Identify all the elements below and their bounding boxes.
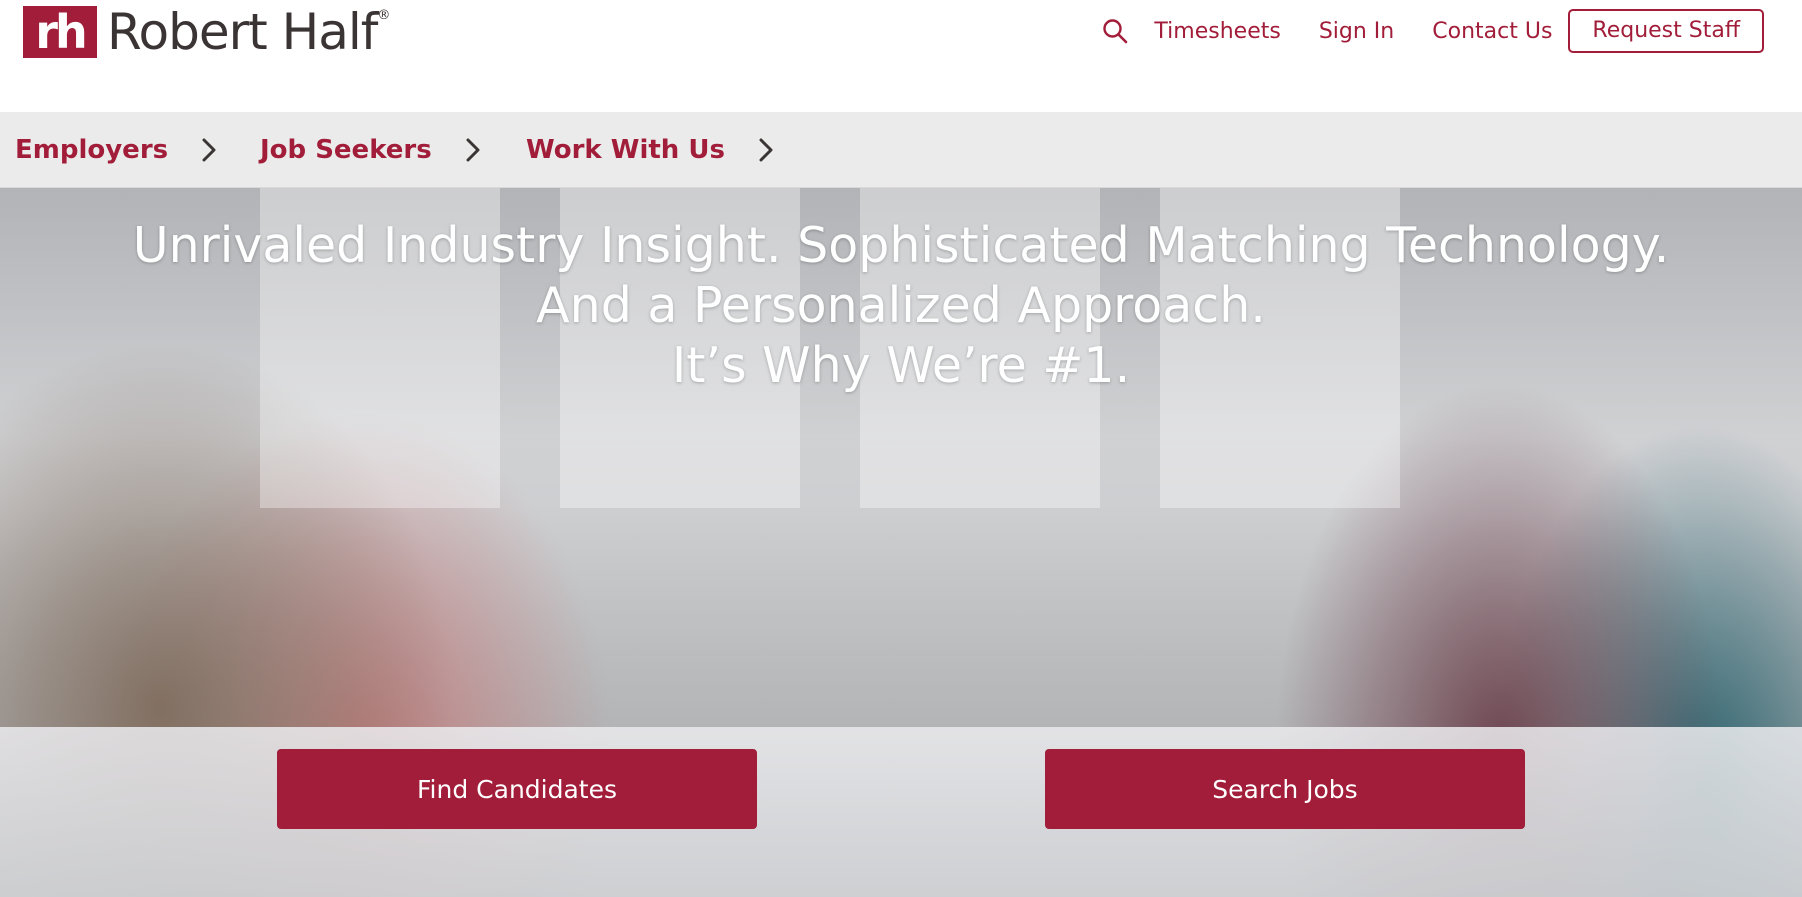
site-header: rh Robert Half® Timesheets Sign In Conta… xyxy=(0,0,1802,112)
hero-headline-line: Unrivaled Industry Insight. Sophisticate… xyxy=(132,217,1670,274)
find-candidates-button[interactable]: Find Candidates xyxy=(277,749,757,829)
search-icon[interactable] xyxy=(1100,16,1130,46)
hero-headline-line: It’s Why We’re #1. xyxy=(671,337,1131,394)
chevron-right-icon xyxy=(466,138,480,162)
nav-item-label: Work With Us xyxy=(526,134,725,165)
nav-item-job-seekers[interactable]: Job Seekers xyxy=(260,112,480,187)
hero-banner: Unrivaled Industry Insight. Sophisticate… xyxy=(0,188,1802,897)
nav-item-label: Employers xyxy=(15,134,169,165)
main-nav: Employers Job Seekers Work With Us xyxy=(0,112,1802,188)
logo-mark: rh xyxy=(23,6,97,58)
utility-nav: Timesheets Sign In Contact Us Request St… xyxy=(1100,9,1764,53)
hero-headline-line: And a Personalized Approach. xyxy=(536,277,1266,334)
chevron-right-icon xyxy=(202,138,216,162)
brand-name: Robert Half xyxy=(107,3,378,61)
robert-half-logo[interactable]: rh Robert Half® xyxy=(23,3,390,61)
registered-mark: ® xyxy=(377,8,390,23)
sign-in-link[interactable]: Sign In xyxy=(1319,19,1394,44)
nav-item-work-with-us[interactable]: Work With Us xyxy=(526,112,773,187)
timesheets-link[interactable]: Timesheets xyxy=(1154,19,1280,44)
nav-item-employers[interactable]: Employers xyxy=(15,112,216,187)
search-jobs-button[interactable]: Search Jobs xyxy=(1045,749,1525,829)
chevron-right-icon xyxy=(759,138,773,162)
hero-background-table xyxy=(0,727,1802,897)
request-staff-button[interactable]: Request Staff xyxy=(1568,9,1764,53)
nav-item-label: Job Seekers xyxy=(260,134,432,165)
contact-us-link[interactable]: Contact Us xyxy=(1432,19,1552,44)
hero-headline: Unrivaled Industry Insight. Sophisticate… xyxy=(0,216,1802,396)
logo-wordmark: Robert Half® xyxy=(107,3,390,61)
